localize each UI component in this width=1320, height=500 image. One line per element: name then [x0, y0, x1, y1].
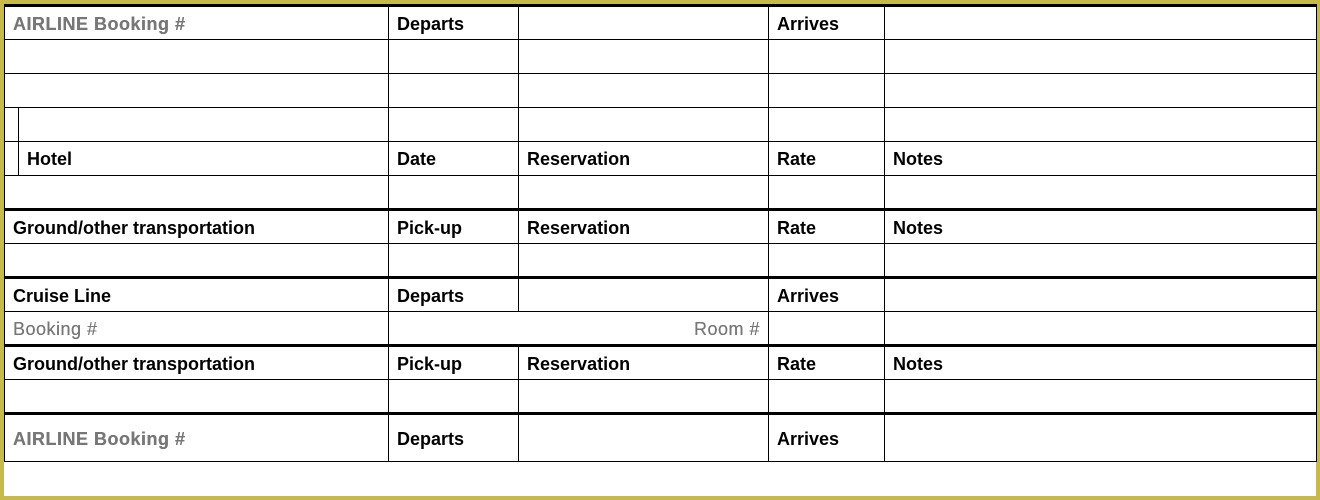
cruise-row-c4[interactable]: [769, 312, 885, 346]
ground1-pickup-label: Pick-up: [389, 210, 519, 244]
airline1-row2-c2[interactable]: [389, 74, 519, 108]
hotel-row-c5[interactable]: [885, 176, 1317, 210]
cruise-title: Cruise Line: [5, 278, 389, 312]
ground2-pickup-label: Pick-up: [389, 346, 519, 380]
airline2-departs-label: Departs: [389, 414, 519, 462]
airline2-arrives-value[interactable]: [885, 414, 1317, 462]
airline1-row2-c5[interactable]: [885, 74, 1317, 108]
airline1-row2-c3[interactable]: [519, 74, 769, 108]
ground1-row-c1[interactable]: [5, 244, 389, 278]
hotel-reservation-label: Reservation: [519, 142, 769, 176]
hotel-stub: [5, 142, 19, 176]
airline1-row3-c5[interactable]: [885, 108, 1317, 142]
airline1-stub: [5, 108, 19, 142]
ground1-notes-label: Notes: [885, 210, 1317, 244]
airline1-row1-c3[interactable]: [519, 40, 769, 74]
cruise-room-label[interactable]: Room #: [389, 312, 769, 346]
hotel-date-label: Date: [389, 142, 519, 176]
itinerary-table: AIRLINE Booking # Departs Arrives Hotel …: [4, 4, 1317, 462]
ground2-notes-label: Notes: [885, 346, 1317, 380]
hotel-rate-label: Rate: [769, 142, 885, 176]
airline1-row1-c5[interactable]: [885, 40, 1317, 74]
ground1-row-c5[interactable]: [885, 244, 1317, 278]
cruise-arrives-label: Arrives: [769, 278, 885, 312]
hotel-row-c3[interactable]: [519, 176, 769, 210]
ground1-title: Ground/other transportation: [5, 210, 389, 244]
cruise-row-c5[interactable]: [885, 312, 1317, 346]
hotel-row-c4[interactable]: [769, 176, 885, 210]
airline1-row2-c4[interactable]: [769, 74, 885, 108]
ground2-reservation-label: Reservation: [519, 346, 769, 380]
ground2-title: Ground/other transportation: [5, 346, 389, 380]
airline1-departs-value[interactable]: [519, 6, 769, 40]
ground1-rate-label: Rate: [769, 210, 885, 244]
airline1-arrives-value[interactable]: [885, 6, 1317, 40]
ground2-row-c3[interactable]: [519, 380, 769, 414]
airline1-row1-c2[interactable]: [389, 40, 519, 74]
ground2-row-c1[interactable]: [5, 380, 389, 414]
cruise-departs-value[interactable]: [519, 278, 769, 312]
ground1-row-c4[interactable]: [769, 244, 885, 278]
airline1-row3-c4[interactable]: [769, 108, 885, 142]
ground1-row-c3[interactable]: [519, 244, 769, 278]
hotel-row-c1[interactable]: [5, 176, 389, 210]
ground2-row-c5[interactable]: [885, 380, 1317, 414]
hotel-title: Hotel: [19, 142, 389, 176]
ground2-row-c4[interactable]: [769, 380, 885, 414]
cruise-departs-label: Departs: [389, 278, 519, 312]
airline1-row3-c2[interactable]: [389, 108, 519, 142]
airline2-arrives-label: Arrives: [769, 414, 885, 462]
airline1-arrives-label: Arrives: [769, 6, 885, 40]
airline1-title: AIRLINE Booking #: [5, 6, 389, 40]
cruise-booking-label[interactable]: Booking #: [5, 312, 389, 346]
ground1-reservation-label: Reservation: [519, 210, 769, 244]
airline2-departs-value[interactable]: [519, 414, 769, 462]
airline2-title: AIRLINE Booking #: [5, 414, 389, 462]
itinerary-sheet: AIRLINE Booking # Departs Arrives Hotel …: [0, 0, 1320, 500]
ground2-row-c2[interactable]: [389, 380, 519, 414]
airline1-row1-c4[interactable]: [769, 40, 885, 74]
ground2-rate-label: Rate: [769, 346, 885, 380]
ground1-row-c2[interactable]: [389, 244, 519, 278]
airline1-departs-label: Departs: [389, 6, 519, 40]
airline1-row3-c1[interactable]: [19, 108, 389, 142]
airline1-row1-c1[interactable]: [5, 40, 389, 74]
hotel-notes-label: Notes: [885, 142, 1317, 176]
airline1-row2-c1[interactable]: [5, 74, 389, 108]
airline1-row3-c3[interactable]: [519, 108, 769, 142]
cruise-arrives-value[interactable]: [885, 278, 1317, 312]
hotel-row-c2[interactable]: [389, 176, 519, 210]
